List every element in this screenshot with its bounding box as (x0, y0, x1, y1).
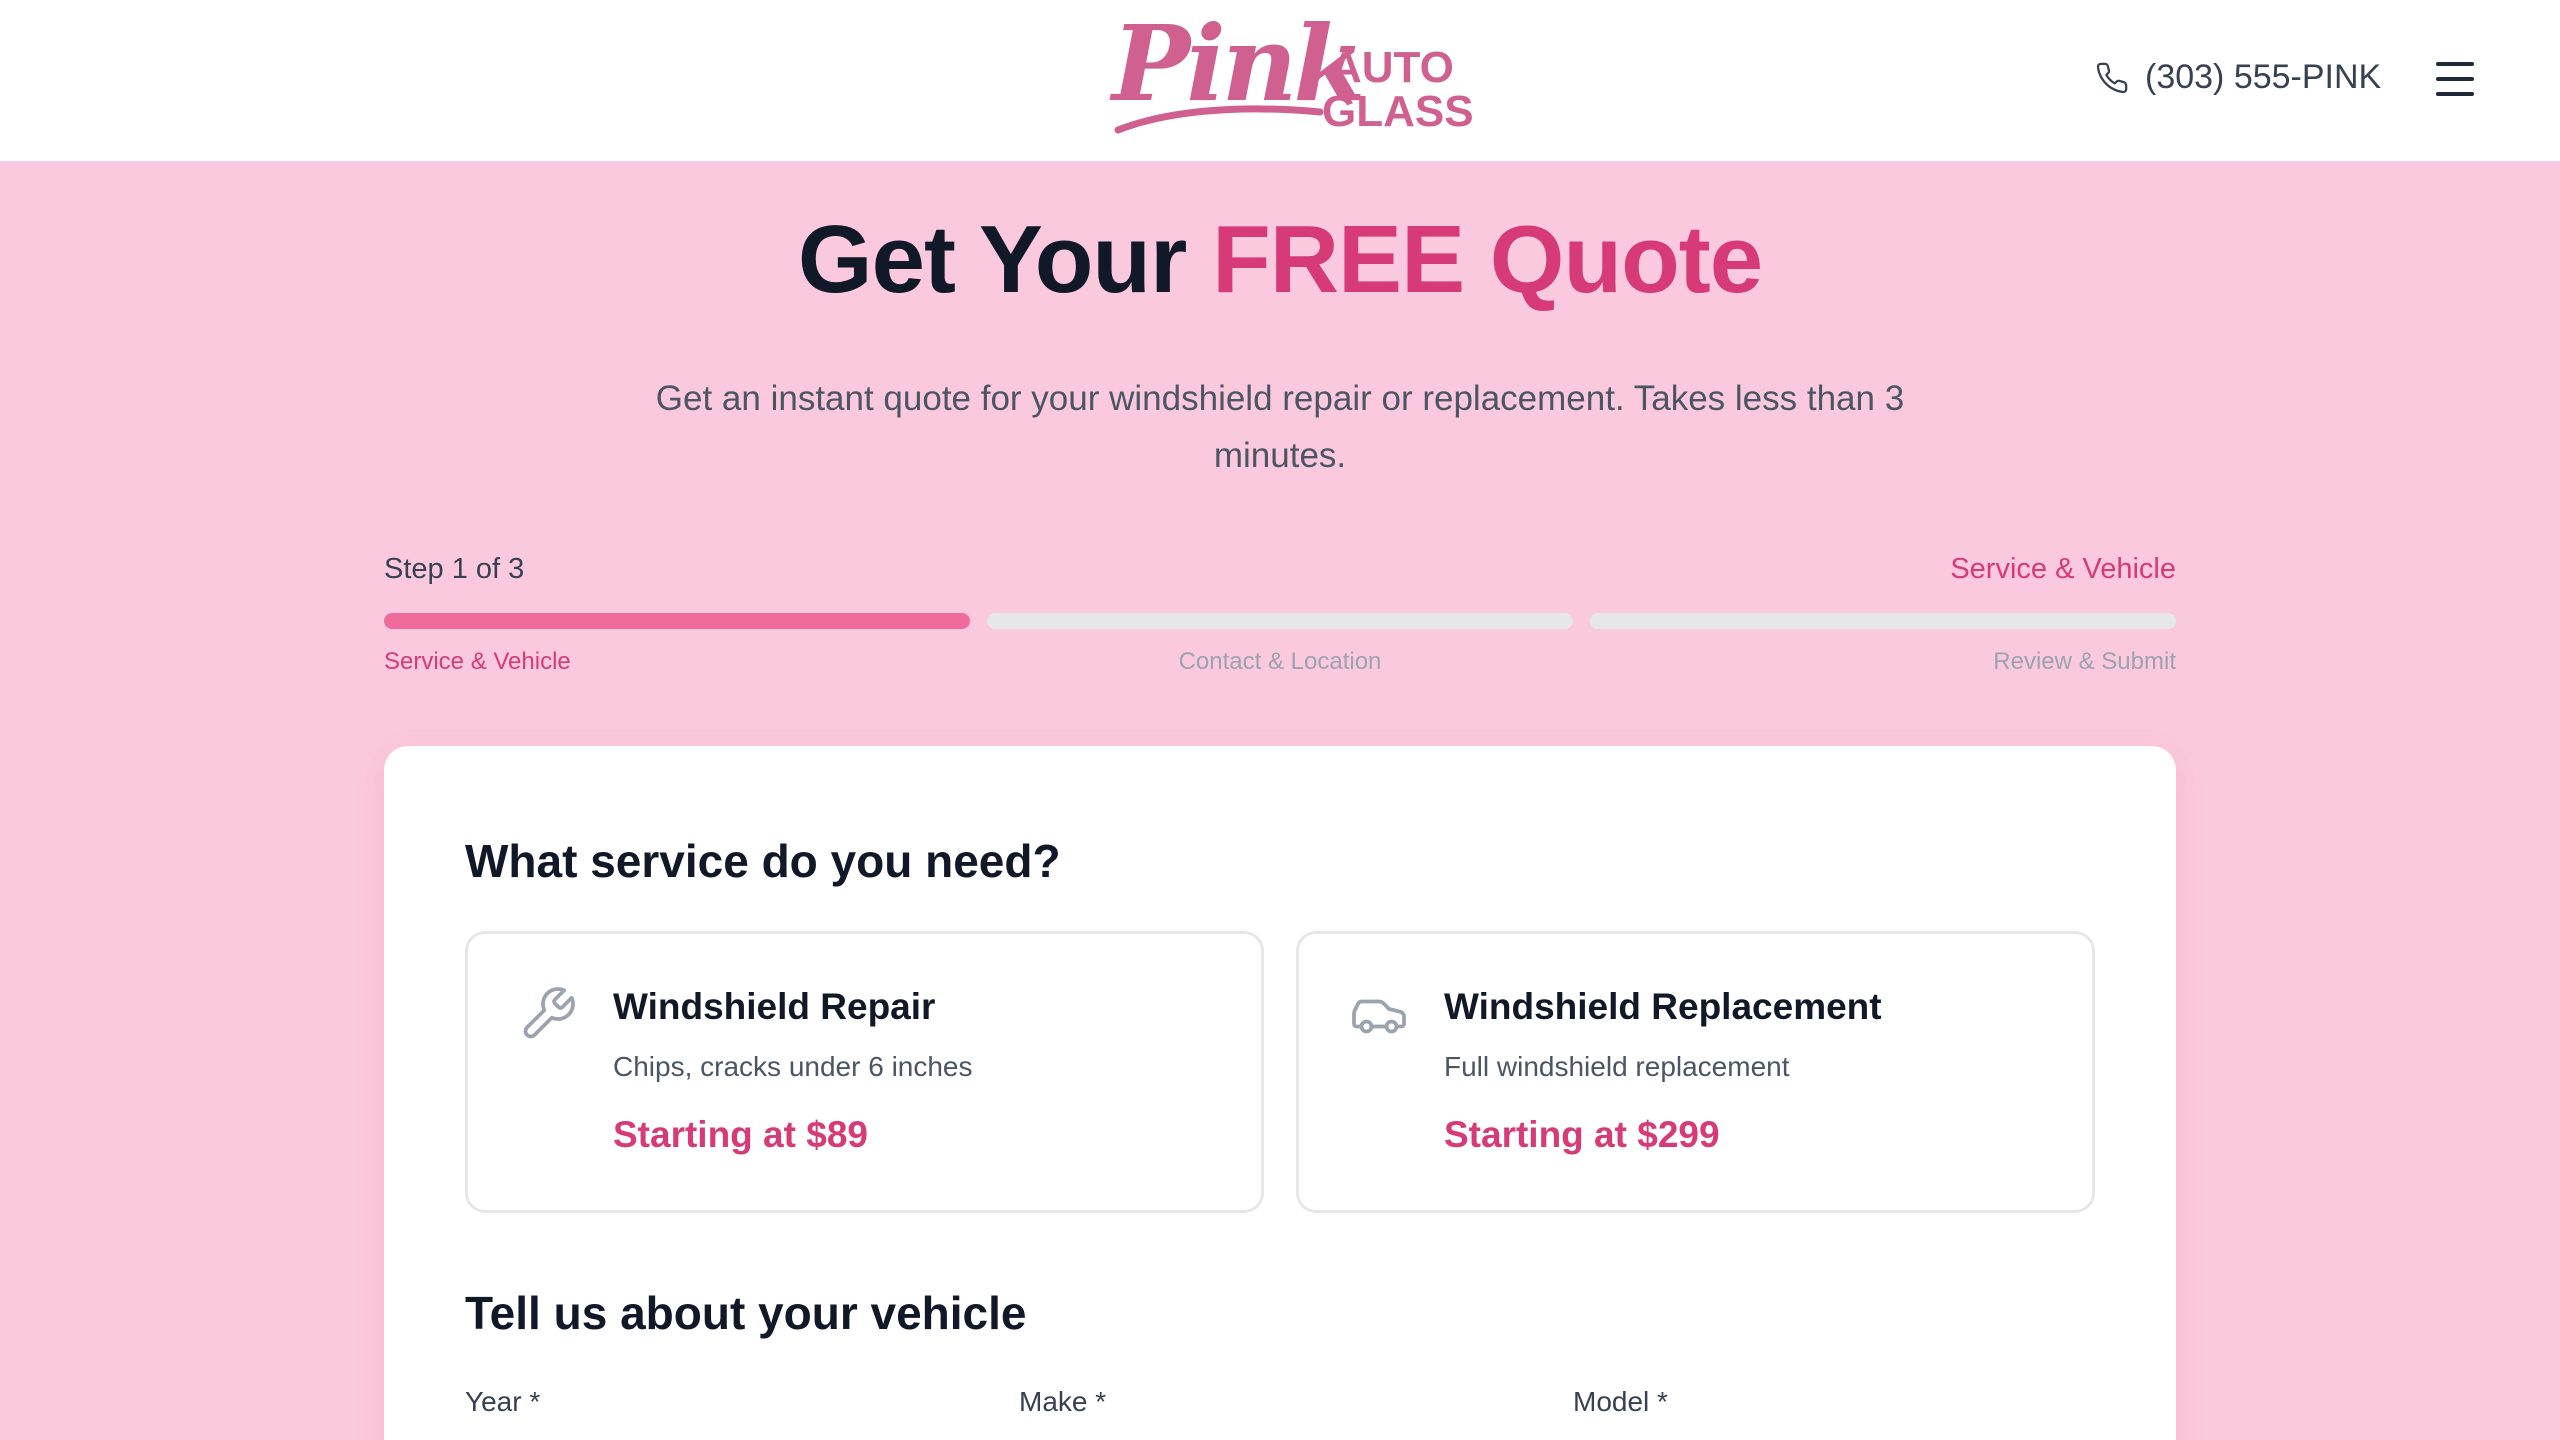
phone-number: (303) 555-PINK (2145, 58, 2382, 96)
service-description: Chips, cracks under 6 inches (613, 1051, 973, 1082)
service-price: Starting at $299 (1444, 1114, 1720, 1155)
logo-word-auto: AUTO (1330, 43, 1454, 92)
title-prefix: Get Your (797, 206, 1213, 313)
progress-segment-2 (987, 613, 1573, 629)
logo-swoosh-icon (1114, 105, 1324, 134)
service-option-windshield-repair[interactable]: Windshield Repair Chips, cracks under 6 … (465, 931, 1264, 1213)
title-accent: FREE Quote (1212, 206, 1763, 313)
service-price: Starting at $89 (613, 1114, 868, 1155)
hamburger-menu-icon[interactable] (2436, 62, 2476, 98)
wrench-icon (523, 987, 575, 1039)
step-label-review-submit: Review & Submit (1993, 648, 2176, 675)
service-title: Windshield Repair (613, 986, 936, 1027)
phone-icon (2096, 62, 2128, 93)
step-counter: Step 1 of 3 (384, 553, 525, 585)
site-header: Pink AUTO GLASS (303) 555-PINK (0, 0, 2560, 161)
year-field-label: Year * (465, 1386, 541, 1417)
current-step-label: Service & Vehicle (1950, 553, 2176, 585)
service-option-windshield-replacement[interactable]: Windshield Replacement Full windshield r… (1296, 931, 2095, 1213)
progress-bar (384, 613, 2176, 629)
service-title: Windshield Replacement (1444, 986, 1882, 1027)
vehicle-heading: Tell us about your vehicle (465, 1287, 1027, 1339)
page-title: Get Your FREE Quote (0, 205, 2560, 315)
service-heading: What service do you need? (465, 835, 1061, 887)
make-field-label: Make * (1019, 1386, 1107, 1417)
model-field-label: Model * (1573, 1386, 1668, 1417)
progress-segment-3 (1590, 613, 2176, 629)
step-label-contact-location: Contact & Location (1178, 648, 1382, 675)
car-icon (1352, 999, 1406, 1034)
page-subtitle: Get an instant quote for your windshield… (655, 379, 1905, 475)
quote-form-card: What service do you need? Windshield Rep… (384, 746, 2176, 1440)
progress-segment-1 (384, 613, 970, 629)
logo-word-glass: GLASS (1322, 87, 1474, 136)
service-description: Full windshield replacement (1444, 1051, 1790, 1082)
phone-link[interactable]: (303) 555-PINK (2095, 58, 2381, 97)
progress-step-labels: Service & Vehicle Contact & Location Rev… (384, 648, 2176, 682)
pink-auto-glass-logo[interactable]: Pink AUTO GLASS (1112, 12, 1474, 142)
